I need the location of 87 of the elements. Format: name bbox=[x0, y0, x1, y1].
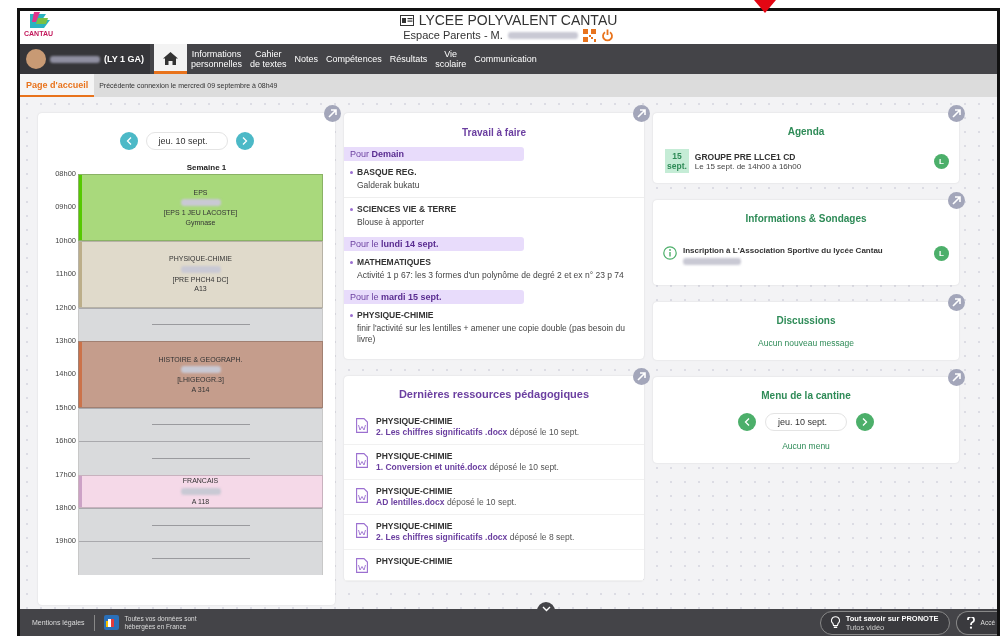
lightbulb-icon bbox=[830, 616, 840, 629]
blurred-text bbox=[507, 32, 578, 39]
nav-tab[interactable]: Informations personnelles bbox=[187, 44, 247, 74]
space-title: Espace Parents - M. bbox=[403, 28, 503, 43]
upload-date: déposé le 10 sept. bbox=[446, 497, 517, 507]
homework-subject[interactable]: PHYSIQUE-CHIMIE bbox=[357, 310, 434, 320]
home-tab[interactable] bbox=[154, 44, 187, 74]
event-time: Le 15 sept. de 14h00 à 16h00 bbox=[694, 161, 803, 171]
question-icon bbox=[966, 616, 975, 629]
file-link[interactable]: 2. Les chiffres significatifs .docx bbox=[376, 532, 508, 542]
document-icon bbox=[356, 488, 368, 503]
card-title: Menu de la cantine bbox=[760, 390, 852, 401]
card-title: Travail à faire bbox=[461, 127, 527, 138]
resource-subject: PHYSIQUE-CHIMIE bbox=[376, 486, 454, 496]
chevron-down-icon bbox=[541, 606, 551, 612]
info-icon bbox=[663, 246, 677, 260]
nav-tab[interactable]: Cahier de textes bbox=[246, 44, 291, 74]
qr-code-icon[interactable] bbox=[582, 29, 596, 42]
homework-text: Blouse à apporter bbox=[357, 217, 426, 228]
upload-date: déposé le 10 sept. bbox=[489, 462, 559, 472]
document-icon bbox=[356, 453, 368, 468]
blurred-text bbox=[683, 258, 741, 265]
blurred-text bbox=[180, 366, 221, 374]
card-title: Discussions bbox=[775, 315, 837, 326]
power-icon[interactable] bbox=[600, 29, 614, 42]
student-selector[interactable]: (LY 1 GA) bbox=[20, 44, 150, 74]
expand-icon[interactable] bbox=[948, 294, 965, 311]
card-title: Informations & Sondages bbox=[744, 213, 868, 224]
due-date-header: Pour Demain bbox=[344, 147, 524, 161]
due-date-header: Pour le mardi 15 sept. bbox=[344, 290, 524, 304]
document-icon bbox=[356, 418, 368, 433]
expand-icon[interactable] bbox=[948, 105, 965, 122]
card-title: Dernières ressources pédagogiques bbox=[397, 388, 591, 400]
blurred-text bbox=[180, 487, 221, 495]
homework-subject[interactable]: SCIENCES VIE & TERRE bbox=[357, 204, 457, 214]
homework-text: Activité 1 p 67: les 3 formes d'un polynôme de degré 2 et ex n° 23 p 74 bbox=[357, 270, 625, 281]
next-day-button[interactable] bbox=[856, 413, 874, 431]
france-hosting-icon bbox=[103, 615, 119, 630]
document-icon bbox=[356, 523, 368, 538]
chevron-right-icon bbox=[241, 137, 248, 145]
status-badge: L bbox=[934, 246, 949, 261]
chevron-left-icon bbox=[744, 418, 750, 426]
previous-day-button[interactable] bbox=[738, 413, 756, 431]
upload-date: déposé le 8 sept. bbox=[509, 532, 575, 542]
document-icon bbox=[356, 558, 368, 573]
file-link[interactable]: 1. Conversion et unité.docx bbox=[376, 462, 487, 472]
homework-subject[interactable]: BASQUE REG. bbox=[357, 167, 417, 177]
event-date: 15 sept. bbox=[665, 149, 689, 173]
avatar bbox=[26, 49, 46, 69]
chevron-left-icon bbox=[125, 137, 132, 145]
nav-tab[interactable]: Communication bbox=[470, 44, 541, 74]
file-link[interactable]: AD lentilles.docx bbox=[376, 497, 445, 507]
id-card-icon bbox=[399, 14, 414, 26]
resource-subject: PHYSIQUE-CHIMIE bbox=[376, 416, 454, 426]
school-name: LYCEE POLYVALENT CANTAU bbox=[418, 12, 618, 28]
card-title: Agenda bbox=[786, 126, 826, 137]
homework-text: finir l'activité sur les lentilles + amener une copie double (pas besoin du livre) bbox=[357, 323, 626, 345]
expand-icon[interactable] bbox=[633, 105, 650, 122]
event-title[interactable]: GROUPE PRE LLCE1 CD bbox=[694, 151, 928, 162]
info-title[interactable]: Inscription à L'Association Sportive du lycée Cantau bbox=[683, 246, 928, 255]
due-date-header: Pour le lundi 14 sept. bbox=[344, 237, 524, 251]
empty-message: Aucun menu bbox=[781, 441, 831, 451]
blurred-text bbox=[50, 55, 100, 63]
upload-date: déposé le 10 sept. bbox=[509, 427, 580, 437]
status-badge: L bbox=[934, 153, 949, 169]
previous-day-button[interactable] bbox=[119, 132, 138, 150]
nav-tab[interactable]: Notes bbox=[290, 44, 323, 74]
expand-icon[interactable] bbox=[948, 369, 965, 386]
empty-message: Aucun nouveau message bbox=[757, 338, 855, 348]
expand-icon[interactable] bbox=[324, 105, 341, 122]
nav-tab[interactable]: Vie scolaire bbox=[431, 44, 471, 74]
blurred-text bbox=[180, 199, 221, 207]
resource-subject: PHYSIQUE-CHIMIE bbox=[376, 556, 453, 566]
nav-tab[interactable]: Compétences bbox=[322, 44, 386, 74]
week-label: Semaine 1 bbox=[185, 163, 228, 172]
resource-subject: PHYSIQUE-CHIMIE bbox=[376, 521, 454, 531]
pointer-marker-icon bbox=[754, 0, 776, 13]
home-icon bbox=[163, 51, 178, 65]
homework-text: Galderak bukatu bbox=[357, 180, 421, 191]
chevron-right-icon bbox=[862, 418, 868, 426]
expand-icon[interactable] bbox=[633, 368, 650, 385]
next-day-button[interactable] bbox=[235, 132, 254, 150]
expand-icon[interactable] bbox=[948, 192, 965, 209]
nav-tab[interactable]: Résultats bbox=[385, 44, 432, 74]
file-link[interactable]: 2. Les chiffres significatifs .docx bbox=[376, 427, 508, 437]
homework-subject[interactable]: MATHEMATIQUES bbox=[357, 257, 431, 267]
resource-subject: PHYSIQUE-CHIMIE bbox=[376, 451, 454, 461]
